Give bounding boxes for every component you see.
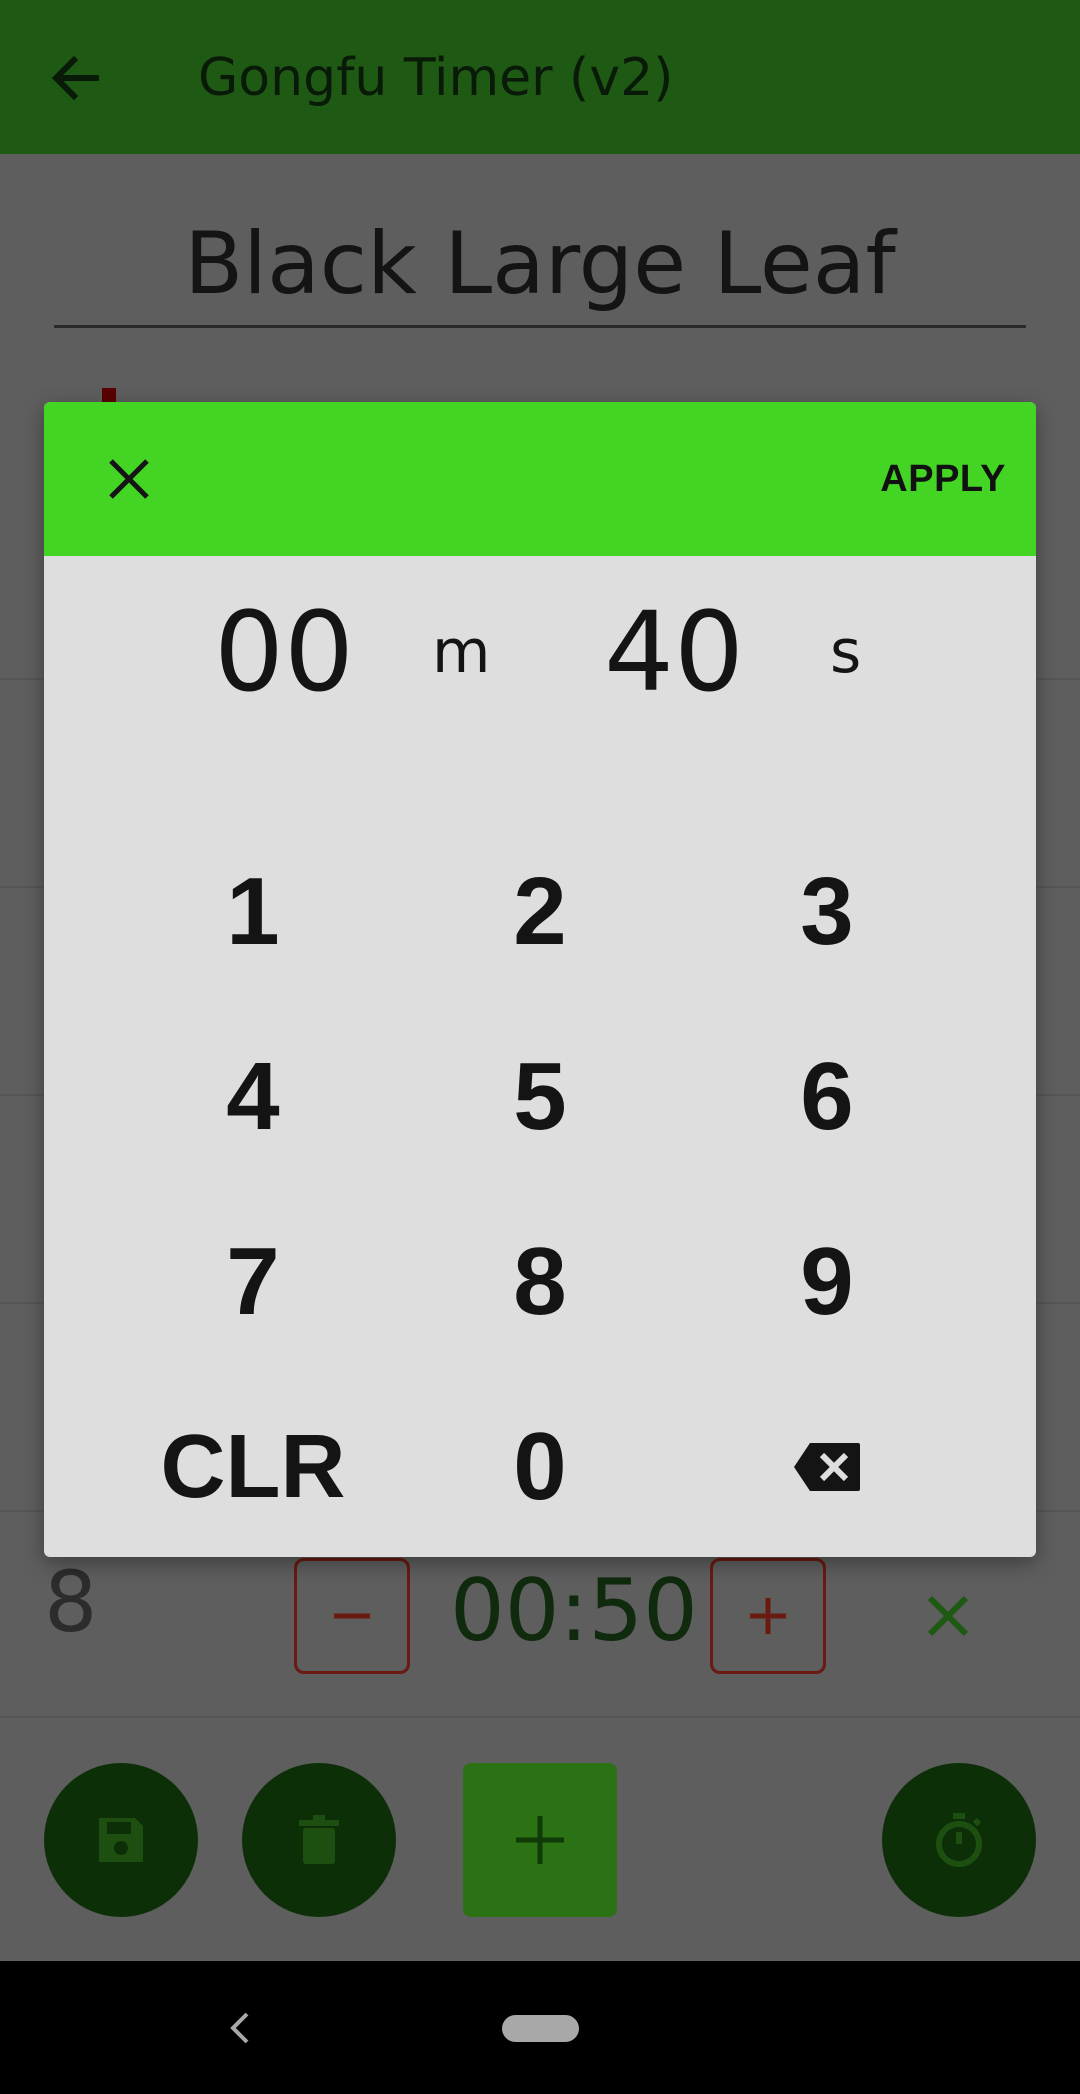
- numeric-keypad: 1 2 3 4 5 6 7 8 9 CLR 0: [44, 402, 1036, 1557]
- key-9[interactable]: 9: [712, 1207, 942, 1357]
- tea-name-field[interactable]: Black Large Leaf: [54, 214, 1026, 328]
- delete-button[interactable]: [242, 1763, 396, 1917]
- backspace-key[interactable]: [712, 1392, 942, 1542]
- chevron-left-icon: [230, 2012, 249, 2044]
- remove-steep-button[interactable]: [918, 1586, 978, 1646]
- nav-back-button[interactable]: [225, 2008, 255, 2048]
- decrease-time-button[interactable]: [294, 1558, 410, 1674]
- stopwatch-icon: [936, 1813, 982, 1867]
- arrow-left-icon: [51, 55, 99, 101]
- key-8[interactable]: 8: [425, 1207, 655, 1357]
- steep-time[interactable]: 00:50: [450, 1556, 698, 1666]
- increase-time-button[interactable]: [710, 1558, 826, 1674]
- backspace-icon: [794, 1443, 860, 1491]
- trash-icon: [299, 1815, 339, 1864]
- save-icon: [99, 1818, 143, 1862]
- key-1[interactable]: 1: [138, 837, 368, 987]
- time-picker-dialog: APPLY 00 m 40 s 1 2 3 4 5 6 7 8 9 CLR 0: [44, 402, 1036, 1557]
- add-steep-button[interactable]: [463, 1763, 617, 1917]
- key-2[interactable]: 2: [425, 837, 655, 987]
- nav-home-button[interactable]: [502, 2015, 579, 2042]
- back-button[interactable]: [46, 48, 106, 108]
- indicator-mark: [102, 388, 116, 402]
- key-4[interactable]: 4: [138, 1022, 368, 1172]
- key-0[interactable]: 0: [425, 1392, 655, 1542]
- key-5[interactable]: 5: [425, 1022, 655, 1172]
- minus-icon: [334, 1613, 370, 1619]
- save-button[interactable]: [44, 1763, 198, 1917]
- clear-key[interactable]: CLR: [138, 1392, 368, 1542]
- key-7[interactable]: 7: [138, 1207, 368, 1357]
- app-title: Gongfu Timer (v2): [198, 48, 674, 108]
- row-divider: [0, 1716, 1080, 1718]
- close-icon: [927, 1595, 969, 1637]
- plus-icon: [516, 1816, 564, 1864]
- app-bar: Gongfu Timer (v2): [0, 0, 1080, 154]
- key-6[interactable]: 6: [712, 1022, 942, 1172]
- steep-number: 8: [44, 1553, 98, 1651]
- start-timer-button[interactable]: [882, 1763, 1036, 1917]
- plus-icon: [750, 1598, 786, 1634]
- key-3[interactable]: 3: [712, 837, 942, 987]
